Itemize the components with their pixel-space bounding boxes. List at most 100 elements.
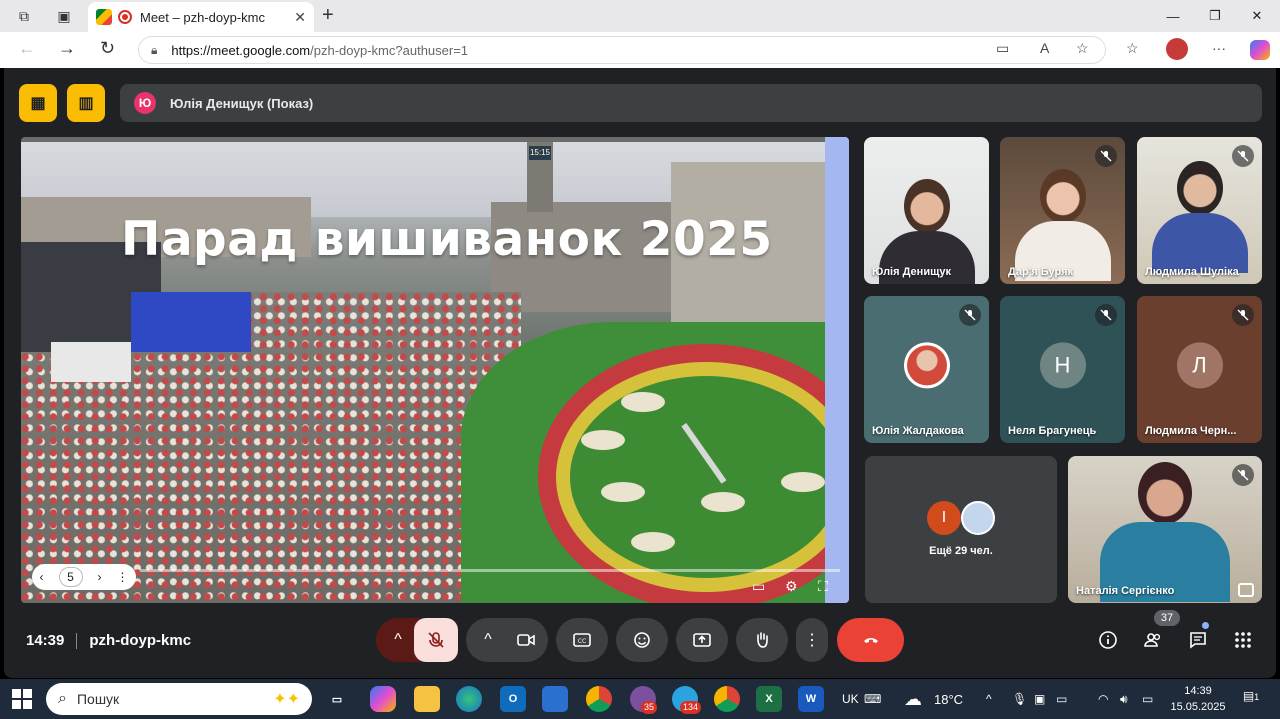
more-participants-avatars: І <box>927 501 995 535</box>
collections-icon[interactable]: ☆ <box>1126 40 1139 57</box>
meeting-code: pzh-doyp-kmc <box>89 632 192 649</box>
raise-hand-icon <box>757 632 768 648</box>
participant-tile[interactable]: Наталія Сергієнко <box>1068 456 1262 603</box>
wifi-icon[interactable]: ◠ <box>1098 679 1108 719</box>
close-window-button[interactable]: ✕ <box>1234 0 1280 32</box>
participant-tile[interactable]: Юлія Жалдакова <box>864 296 989 443</box>
participant-avatar: Н <box>1039 341 1086 388</box>
minimize-button[interactable]: — <box>1150 0 1196 32</box>
excel-icon[interactable]: X <box>756 686 782 712</box>
start-button[interactable] <box>12 689 32 709</box>
search-placeholder: Пошук <box>76 691 120 707</box>
pip-icon[interactable] <box>1238 583 1254 597</box>
camera-toggle-button[interactable] <box>504 618 548 662</box>
display-tray-icon[interactable]: ▭ <box>1056 679 1067 719</box>
mic-toggle-button[interactable] <box>414 618 458 662</box>
camera-icon <box>517 634 535 646</box>
slide-menu-icon[interactable]: ⋮ <box>117 570 129 584</box>
copilot-icon[interactable] <box>1250 40 1270 60</box>
emoji-icon <box>634 632 650 648</box>
participant-tile[interactable]: Н Неля Брагунець <box>1000 296 1125 443</box>
participant-name: Людмила Шуліка <box>1145 266 1239 278</box>
fullscreen-icon[interactable]: ⛶ <box>818 578 828 595</box>
slide-pager[interactable]: ‹ 5 › ⋮ <box>32 564 136 590</box>
url-host: https://meet.google.com <box>171 42 311 58</box>
more-options-button[interactable]: ⋮ <box>796 618 828 662</box>
favorite-icon[interactable]: ☆ <box>1076 40 1089 57</box>
clock-time: 14:39 <box>1184 685 1212 697</box>
end-call-button[interactable] <box>837 618 904 662</box>
emoji-button[interactable] <box>616 618 668 662</box>
store-icon[interactable] <box>542 686 568 712</box>
captions-button[interactable]: CC <box>556 618 608 662</box>
prev-slide-icon[interactable]: ‹ <box>40 570 44 584</box>
slide-title: Парад вишиванок 2025 <box>121 212 773 267</box>
slide-white-tent <box>51 342 131 382</box>
tab-title: Meet – pzh-doyp-kmc <box>140 9 265 25</box>
file-explorer-icon[interactable] <box>414 686 440 712</box>
more-participants-label: Ещё 29 чел. <box>929 545 993 557</box>
profile-icon[interactable] <box>1166 38 1188 60</box>
telegram-badge: 134 <box>680 701 702 714</box>
captions-toggle-icon[interactable]: ▭ <box>752 578 765 595</box>
browser-tab-meet[interactable]: Meet – pzh-doyp-kmc ✕ <box>88 2 314 32</box>
url-path: /pzh-doyp-kmc?authuser=1 <box>310 42 469 58</box>
meet-favicon <box>96 9 112 25</box>
page-number[interactable]: 5 <box>58 567 83 587</box>
chrome-icon[interactable] <box>586 686 612 712</box>
tab-actions-icon[interactable]: ⧉ <box>8 0 40 32</box>
tray-language[interactable]: UK <box>842 679 859 719</box>
settings-icon[interactable]: ⚙ <box>785 578 798 595</box>
raise-hand-button[interactable] <box>736 618 788 662</box>
taskbar-search[interactable]: ⌕ Пошук ✦✦ <box>46 683 312 715</box>
camera-tray-icon[interactable]: ▣ <box>1034 679 1045 719</box>
volume-icon[interactable]: 🔊︎ <box>1120 679 1128 719</box>
task-view-icon[interactable]: ▭ <box>324 686 350 712</box>
mic-tray-icon[interactable]: 🎙︎ <box>1012 679 1027 719</box>
read-aloud-icon[interactable]: A <box>1040 40 1049 56</box>
new-tab-icon[interactable]: + <box>322 4 334 27</box>
people-icon[interactable] <box>1141 628 1165 652</box>
lock-icon[interactable]: 🔒︎ <box>151 43 157 58</box>
more-icon[interactable]: ··· <box>1212 40 1226 56</box>
participant-name: Неля Брагунець <box>1008 425 1097 437</box>
camera-icon[interactable]: ▭ <box>996 40 1009 57</box>
layout-icon[interactable]: ▥ <box>67 84 105 122</box>
url-field[interactable]: 🔒︎ https://meet.google.com/pzh-doyp-kmc?… <box>138 36 1106 64</box>
tray-overflow-icon[interactable]: ^ <box>986 679 992 719</box>
presentation-off-icon[interactable]: ▦ <box>19 84 57 122</box>
participant-avatar <box>903 341 950 388</box>
next-slide-icon[interactable]: › <box>98 570 102 584</box>
battery-icon[interactable]: ▭ <box>1142 679 1153 719</box>
chat-icon[interactable] <box>1186 628 1210 652</box>
tab-groups-icon[interactable]: ▣ <box>48 0 80 32</box>
copilot-sparkle-icon: ✦✦ <box>273 691 300 708</box>
mic-off-icon <box>428 632 444 648</box>
participant-video <box>1151 161 1248 273</box>
present-button[interactable] <box>676 618 728 662</box>
edge-icon[interactable] <box>456 686 482 712</box>
back-icon[interactable]: ← <box>18 38 36 59</box>
participant-tile[interactable]: Л Людмила Черн... <box>1137 296 1262 443</box>
taskbar-clock[interactable]: 14:39 15.05.2025 <box>1166 683 1230 715</box>
participant-name: Юлія Жалдакова <box>872 425 964 437</box>
weather-icon[interactable]: ☁ <box>904 679 922 719</box>
forward-icon[interactable]: → <box>58 38 76 59</box>
outlook-icon[interactable]: O <box>500 686 526 712</box>
participant-tile[interactable]: Людмила Шуліка <box>1137 137 1262 284</box>
activities-icon[interactable] <box>1231 628 1255 652</box>
weather-temp[interactable]: 18°C <box>934 679 963 719</box>
participant-tile[interactable]: Дар'я Буряк <box>1000 137 1125 284</box>
notifications-icon[interactable]: ▤1 <box>1240 689 1262 709</box>
participant-tile[interactable]: Юлія Денищук <box>864 137 989 284</box>
word-icon[interactable]: W <box>798 686 824 712</box>
keyboard-icon[interactable]: ⌨ <box>864 679 881 719</box>
info-icon[interactable] <box>1096 628 1120 652</box>
participant-name: Дар'я Буряк <box>1008 266 1073 278</box>
captions-icon: CC <box>573 633 591 647</box>
reload-icon[interactable]: ↻ <box>100 38 115 59</box>
maximize-button[interactable]: ❐ <box>1192 0 1238 32</box>
chrome-profile-icon[interactable] <box>714 686 740 712</box>
copilot-app-icon[interactable] <box>370 686 396 712</box>
close-icon[interactable]: ✕ <box>294 9 306 26</box>
